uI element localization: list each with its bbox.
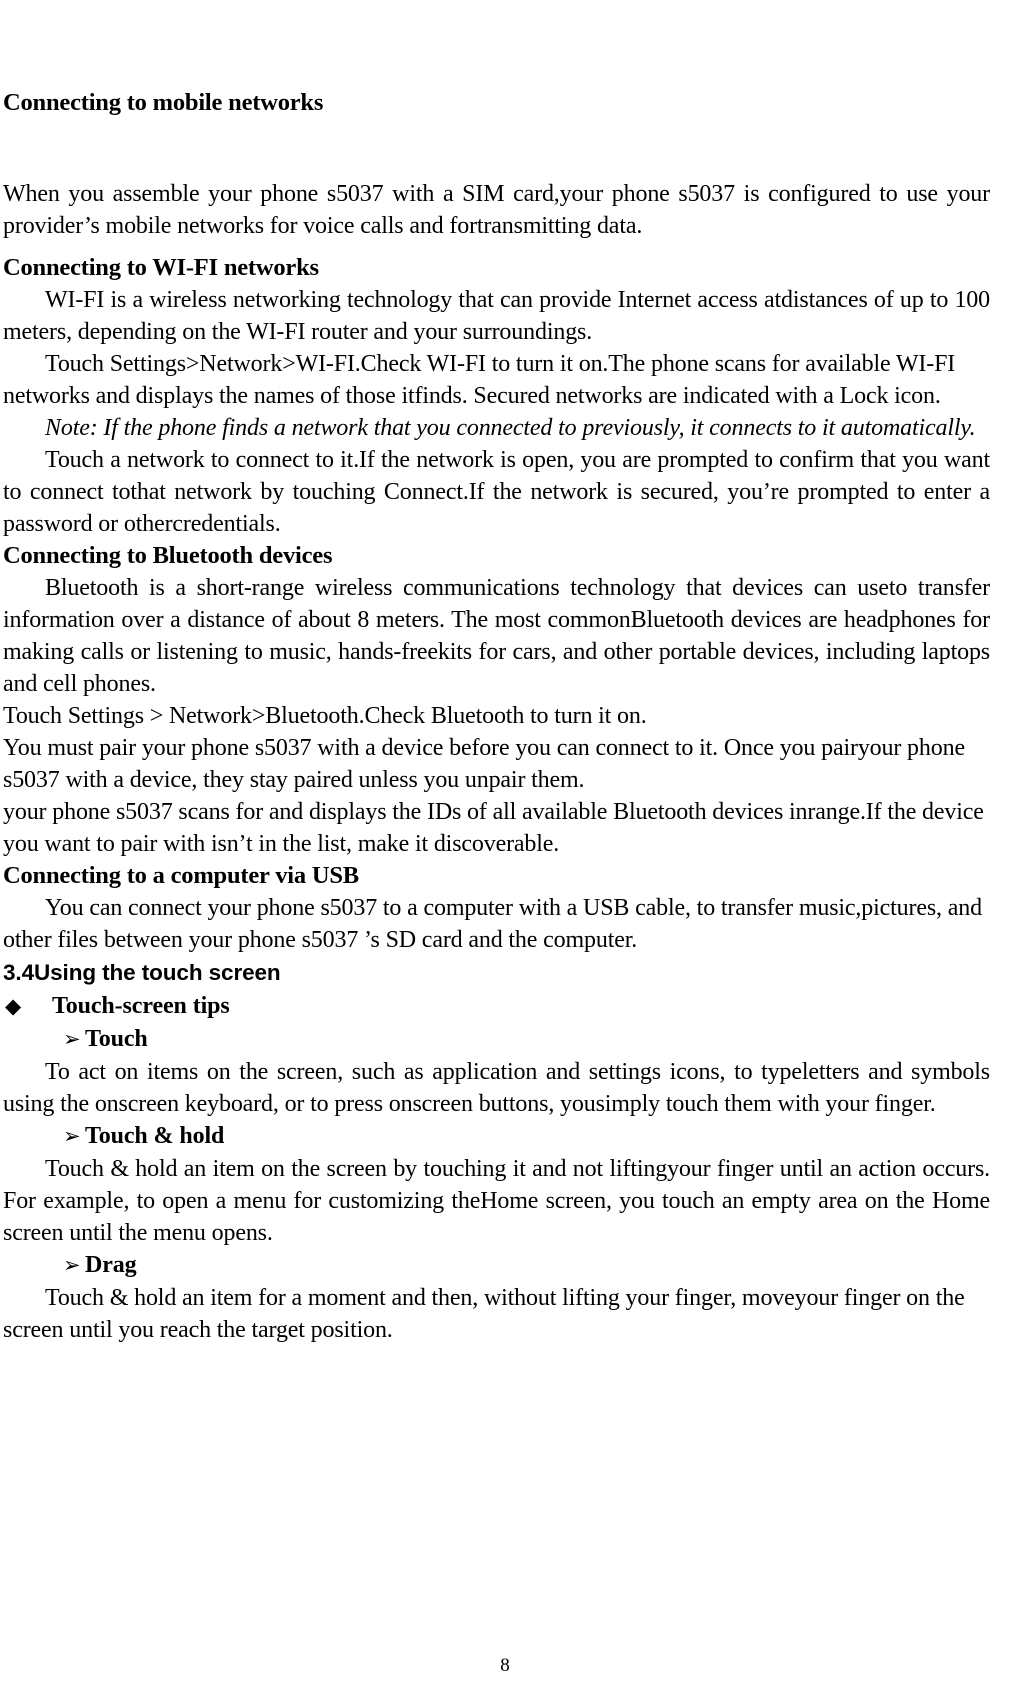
document-page: Connecting to mobile networks When you a… — [0, 0, 1010, 1702]
heading-spacer — [3, 118, 990, 178]
paragraph-bluetooth-pairing: You must pair your phone s5037 with a de… — [3, 735, 965, 793]
arrow-bullet-icon: ➢ — [63, 1124, 81, 1148]
page-number: 8 — [500, 1655, 510, 1676]
paragraph-bluetooth-scan: your phone s5037 scans for and displays … — [3, 799, 984, 857]
paragraph-wifi-connect: Touch a network to connect to it.If the … — [3, 447, 990, 537]
paragraph-usb-intro: You can connect your phone s5037 to a co… — [3, 895, 982, 953]
heading-connecting-to-mobile-networks: Connecting to mobile networks — [3, 89, 324, 116]
heading-connecting-to-wifi-networks: Connecting to WI-FI networks — [3, 254, 319, 281]
paragraph-touch-and-hold-description: Touch & hold an item on the screen by to… — [3, 1156, 990, 1246]
arrow-bullet-icon: ➢ — [63, 1027, 81, 1051]
bullet-label-touch: Touch — [85, 1026, 148, 1052]
bullet-label-touch-and-hold: Touch & hold — [85, 1123, 225, 1149]
paragraph-touch-description: To act on items on the screen, such as a… — [3, 1059, 990, 1117]
bullet-label-touch-screen-tips: Touch-screen tips — [52, 993, 230, 1019]
paragraph-drag-description: Touch & hold an item for a moment and th… — [3, 1285, 965, 1343]
heading-connecting-to-bluetooth-devices: Connecting to Bluetooth devices — [3, 542, 333, 569]
bullet-touch-screen-tips: ◆ Touch-screen tips — [3, 990, 990, 1023]
paragraph-wifi-note: Note: If the phone finds a network that … — [45, 415, 976, 441]
paragraph-wifi-intro: WI-FI is a wireless networking technolog… — [3, 287, 990, 345]
bullet-drag: ➢ Drag — [3, 1249, 990, 1282]
paragraph-wifi-settings: Touch Settings>Network>WI-FI.Check WI-FI… — [3, 351, 956, 409]
paragraph-bluetooth-intro: Bluetooth is a short-range wireless comm… — [3, 575, 990, 697]
bullet-touch: ➢ Touch — [3, 1023, 990, 1056]
top-spacer — [3, 0, 990, 88]
heading-connecting-to-computer-via-usb: Connecting to a computer via USB — [3, 862, 359, 889]
bullet-label-drag: Drag — [85, 1252, 137, 1278]
bullet-touch-and-hold: ➢ Touch & hold — [3, 1120, 990, 1153]
paragraph-bluetooth-settings: Touch Settings > Network>Bluetooth.Check… — [3, 703, 647, 729]
arrow-bullet-icon: ➢ — [63, 1253, 81, 1277]
heading-using-the-touch-screen: 3.4Using the touch screen — [3, 960, 281, 985]
paragraph-mobile-networks: When you assemble your phone s5037 with … — [3, 181, 990, 239]
diamond-bullet-icon: ◆ — [5, 994, 22, 1018]
page-content: Connecting to mobile networks When you a… — [3, 0, 990, 1346]
